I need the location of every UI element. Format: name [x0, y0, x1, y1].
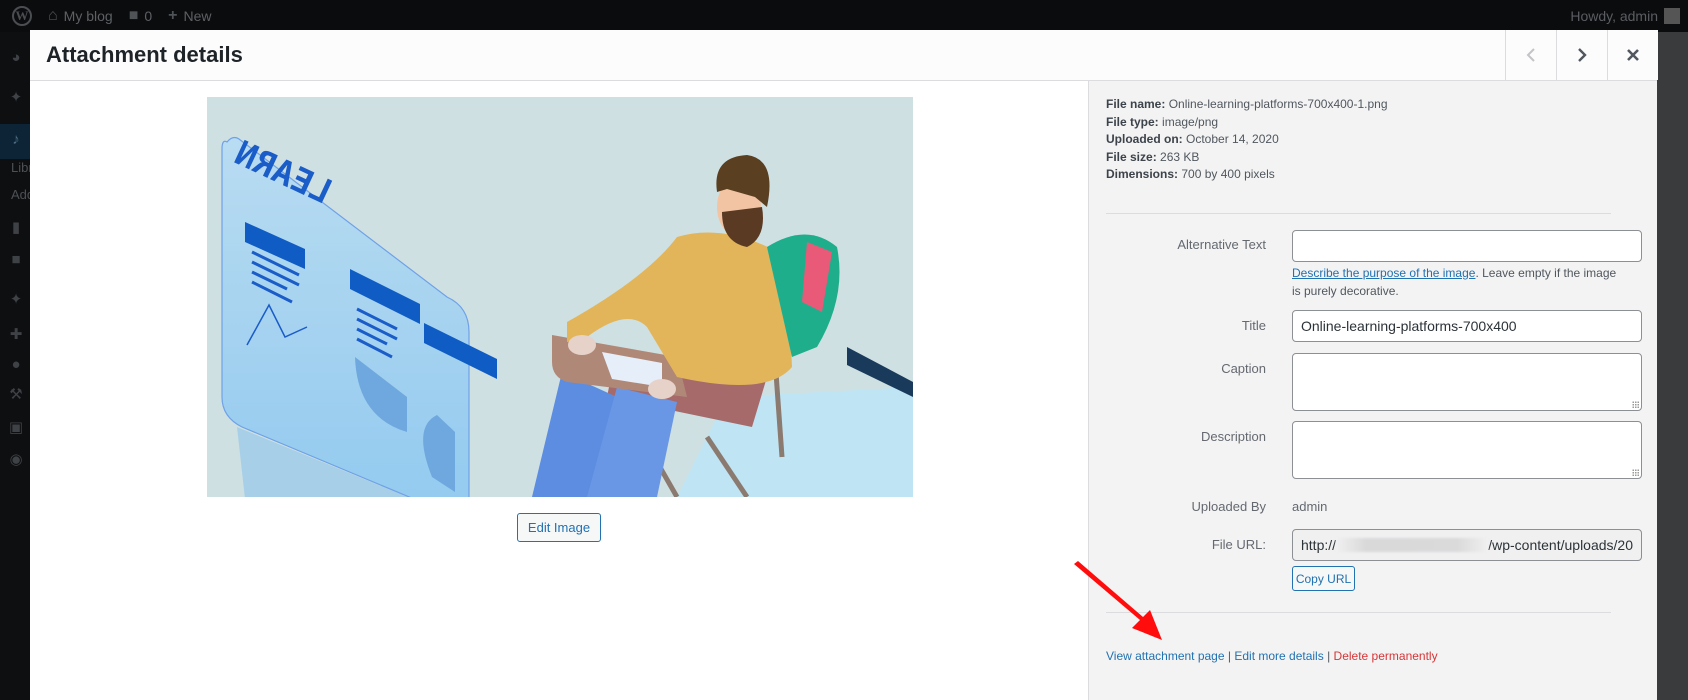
resize-grip-icon[interactable] — [1632, 469, 1639, 476]
submenu-add-new[interactable]: Add New — [11, 187, 30, 202]
uploaded-on-label: Uploaded on: — [1106, 132, 1183, 146]
edit-more-details-link[interactable]: Edit more details — [1234, 649, 1323, 663]
file-name-value: Online-learning-platforms-700x400-1.png — [1168, 97, 1388, 111]
submenu-library[interactable]: Library — [11, 160, 30, 175]
divider — [1106, 213, 1611, 214]
wordpress-logo-menu[interactable]: W — [4, 0, 40, 32]
greeting: Howdy, admin — [1570, 8, 1658, 24]
plus-icon: + — [168, 7, 178, 24]
appearance-icon[interactable]: ✦ — [8, 292, 24, 308]
uploaded-on-value: October 14, 2020 — [1186, 132, 1279, 146]
settings-icon[interactable]: ▣ — [8, 420, 24, 436]
caption-textarea[interactable] — [1292, 353, 1642, 411]
home-icon: ⌂ — [48, 7, 58, 24]
caption-label: Caption — [1221, 361, 1266, 376]
dimensions-label: Dimensions: — [1106, 167, 1179, 181]
posts-pin-icon[interactable]: ✦ — [8, 90, 24, 106]
pages-icon[interactable]: ▮ — [8, 220, 24, 236]
uploaded-by-label: Uploaded By — [1191, 499, 1266, 514]
new-label: New — [183, 8, 212, 24]
file-type-value: image/png — [1162, 114, 1219, 129]
alt-text-label: Alternative Text — [1177, 237, 1266, 252]
edit-image-button[interactable]: Edit Image — [517, 513, 601, 542]
alt-text-input[interactable] — [1292, 230, 1642, 262]
comment-icon: ■ — [128, 7, 139, 24]
modal-header: Attachment details — [30, 30, 1658, 81]
admin-bar: W ⌂ My blog ■ 0 + New Howdy, admin — [0, 0, 1688, 32]
uploaded-by-value: admin — [1292, 499, 1328, 514]
attachment-details-modal: Attachment details LEARN Edit Image File… — [30, 30, 1658, 700]
admin-menu: ◕ ✦ ♪ Library Add New ▮ ■ ✦ ✚ ● ⚒ ▣ ◉ — [0, 32, 30, 700]
previous-attachment-button[interactable] — [1505, 30, 1556, 80]
comments-icon[interactable]: ■ — [8, 252, 24, 268]
attachment-preview-image: LEARN — [207, 97, 913, 497]
alt-text-help: Describe the purpose of the image. Leave… — [1292, 265, 1622, 300]
dimensions-value: 700 by 400 pixels — [1181, 167, 1275, 181]
plugins-icon[interactable]: ✚ — [8, 327, 24, 343]
file-url-suffix: /wp-content/uploads/20 — [1488, 537, 1633, 553]
illustration: LEARN — [207, 97, 913, 497]
chevron-left-icon — [1526, 48, 1535, 62]
title-input[interactable]: Online-learning-platforms-700x400 — [1292, 310, 1642, 342]
redacted-domain — [1336, 538, 1489, 552]
avatar — [1664, 8, 1680, 24]
next-attachment-button[interactable] — [1556, 30, 1607, 80]
wordpress-logo-icon: W — [12, 6, 32, 26]
file-details: File name: Online-learning-platforms-700… — [1106, 96, 1388, 184]
file-url-prefix: http:// — [1301, 537, 1337, 553]
modal-backdrop[interactable] — [1657, 32, 1688, 700]
describe-purpose-link[interactable]: Describe the purpose of the image — [1292, 266, 1475, 280]
close-modal-button[interactable] — [1607, 30, 1658, 80]
file-size-label: File size: — [1106, 149, 1157, 164]
separator: | — [1327, 649, 1331, 663]
file-name-label: File name: — [1106, 97, 1166, 111]
description-textarea[interactable] — [1292, 421, 1642, 479]
delete-permanently-link[interactable]: Delete permanently — [1334, 649, 1438, 663]
file-size-value: 263 KB — [1160, 149, 1200, 164]
chevron-right-icon — [1578, 48, 1587, 62]
attachment-info-sidebar: File name: Online-learning-platforms-700… — [1088, 81, 1657, 700]
view-attachment-page-link[interactable]: View attachment page — [1106, 649, 1225, 663]
new-content-menu[interactable]: + New — [160, 0, 219, 32]
dimensions-row: Dimensions: 700 by 400 pixels — [1106, 166, 1388, 184]
my-account-menu[interactable]: Howdy, admin — [1570, 8, 1688, 24]
person-hand-left — [568, 335, 596, 355]
dashboard-icon[interactable]: ◕ — [8, 50, 24, 66]
file-size-row: File size: 263 KB — [1106, 149, 1388, 167]
separator: | — [1227, 649, 1231, 663]
comments-count: 0 — [144, 8, 153, 24]
file-url-input[interactable]: http:// /wp-content/uploads/20 — [1292, 529, 1642, 561]
site-name-link[interactable]: ⌂ My blog — [40, 0, 121, 32]
file-url-label: File URL: — [1211, 537, 1266, 552]
resize-grip-icon[interactable] — [1632, 401, 1639, 408]
attachment-actions: View attachment page | Edit more details… — [1106, 649, 1438, 663]
description-label: Description — [1200, 429, 1266, 444]
users-icon[interactable]: ● — [8, 357, 24, 373]
file-type-row: File type: image/png — [1106, 114, 1388, 132]
person-hand-right — [648, 379, 676, 399]
file-name-row: File name: Online-learning-platforms-700… — [1106, 96, 1388, 114]
title-label: Title — [1241, 318, 1266, 333]
divider — [1106, 612, 1611, 613]
collapse-menu-icon[interactable]: ◉ — [8, 452, 24, 468]
uploaded-on-row: Uploaded on: October 14, 2020 — [1106, 131, 1388, 149]
tools-icon[interactable]: ⚒ — [8, 387, 24, 403]
copy-url-button[interactable]: Copy URL — [1292, 566, 1355, 591]
close-icon — [1627, 49, 1639, 61]
attachment-media-view: LEARN Edit Image — [30, 81, 1088, 700]
modal-title: Attachment details — [46, 42, 243, 67]
site-name: My blog — [63, 8, 113, 24]
file-type-label: File type: — [1106, 114, 1159, 129]
media-icon[interactable]: ♪ — [8, 132, 24, 148]
comments-link[interactable]: ■ 0 — [121, 0, 160, 32]
